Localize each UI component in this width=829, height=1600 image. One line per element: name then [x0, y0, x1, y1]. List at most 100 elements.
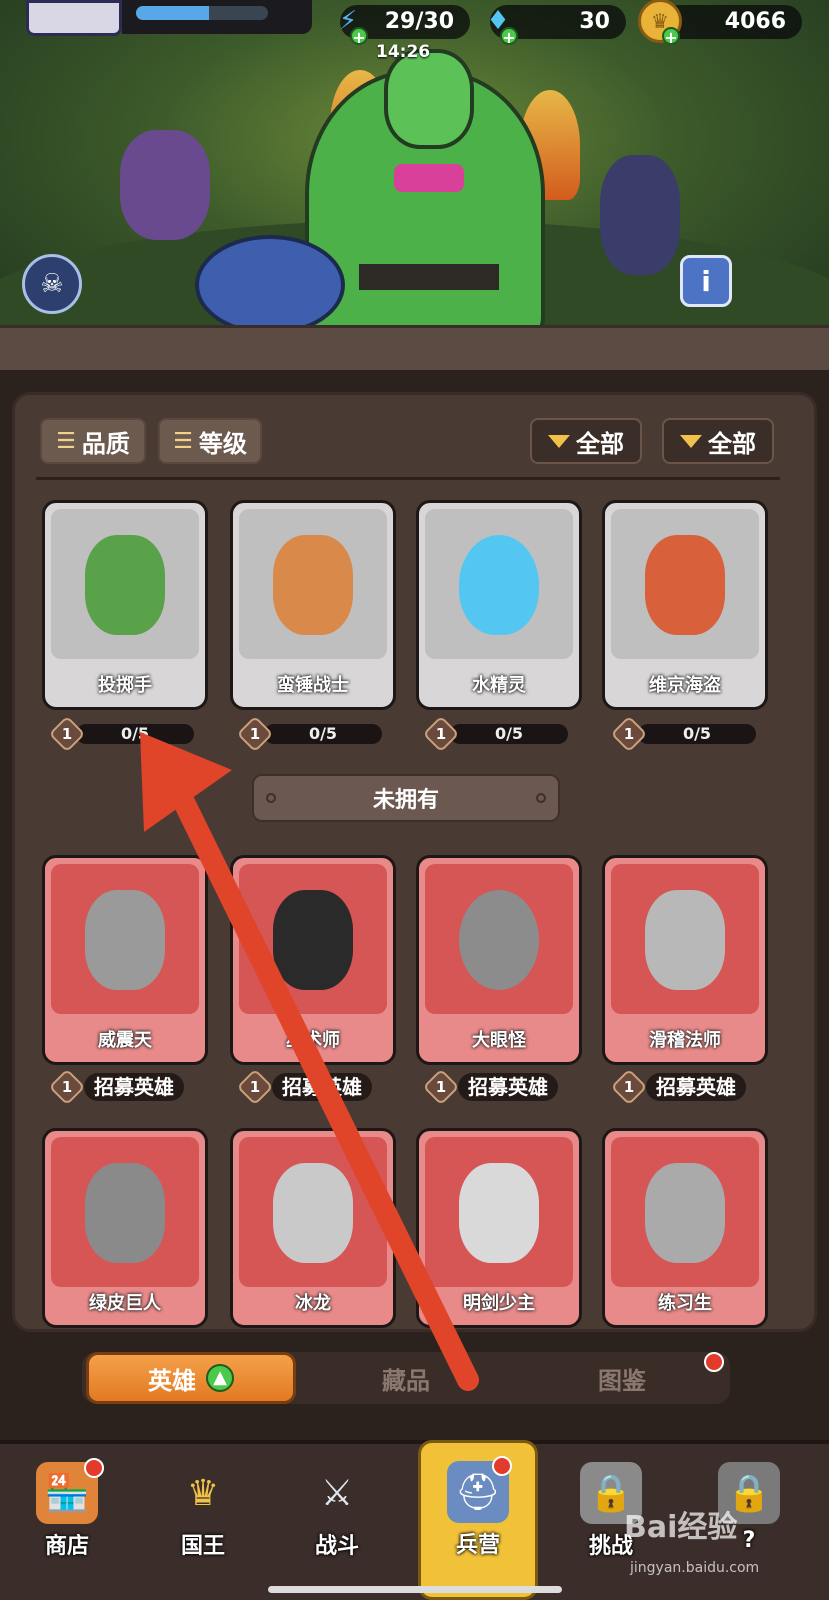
hero-card-ice-dragon[interactable]: 冰龙: [230, 1128, 396, 1328]
xp-bar-container: [122, 0, 312, 34]
hero-card-viking[interactable]: 维京海盗: [602, 500, 768, 710]
energy-counter[interactable]: ⚡ + 29/30: [339, 5, 470, 47]
card-face: [51, 864, 199, 1014]
player-avatar[interactable]: [26, 0, 122, 36]
viking-portrait: [645, 535, 725, 635]
energy-timer: 14:26: [376, 42, 431, 62]
home-indicator[interactable]: [268, 1586, 562, 1593]
hero-card-green-giant[interactable]: 绿皮巨人: [42, 1128, 208, 1328]
hero-name: 维京海盗: [649, 675, 721, 696]
nav-king-label: 国王: [180, 1534, 225, 1559]
filter-dropdown-1[interactable]: 全部: [530, 418, 642, 464]
sorcerer-portrait: [273, 890, 353, 990]
xp-bar-fill: [136, 6, 209, 20]
unowned-label: 未拥有: [372, 788, 439, 813]
hero-card-hammer-warrior[interactable]: 蛮锤战士: [230, 500, 396, 710]
upgrade-arrow-icon: ▲: [206, 1364, 234, 1392]
recruit-hero-row[interactable]: 1 招募英雄: [610, 1068, 746, 1106]
sort-level-label: 等级: [198, 429, 247, 458]
stone-ledge: [0, 325, 829, 370]
recruit-hero-label[interactable]: 招募英雄: [646, 1073, 746, 1101]
hero-card-big-eye[interactable]: 大眼怪: [416, 855, 582, 1065]
hero-card-funny-mage[interactable]: 滑稽法师: [602, 855, 768, 1065]
rivet-decor: [266, 793, 276, 803]
filter-dropdown-2[interactable]: 全部: [662, 418, 774, 464]
hero-card-sorcerer[interactable]: 巫术师: [230, 855, 396, 1065]
card-face: [425, 1137, 573, 1287]
tab-codex-label: 图鉴: [598, 1366, 646, 1395]
notification-dot: [84, 1458, 104, 1478]
hero-name: 水精灵: [472, 675, 526, 696]
hero-name: 绿皮巨人: [89, 1293, 161, 1314]
hero-name: 冰龙: [295, 1293, 331, 1314]
hero-card-thrower[interactable]: 投掷手: [42, 500, 208, 710]
nav-battle[interactable]: ⚔ 战斗: [282, 1452, 392, 1592]
notification-dot: [492, 1456, 512, 1476]
ninja-character: [600, 155, 680, 275]
archer-character: [120, 130, 210, 240]
sort-icon: ☰: [173, 428, 193, 454]
nav-barracks[interactable]: ⛑ 兵营: [418, 1440, 538, 1600]
hero-name: 练习生: [658, 1293, 712, 1314]
nav-king[interactable]: ♛ 国王: [148, 1452, 258, 1592]
recruit-hero-row[interactable]: 1 招募英雄: [422, 1068, 558, 1106]
filter-1-label: 全部: [576, 429, 624, 458]
sort-by-level-button[interactable]: ☰ 等级: [158, 418, 262, 464]
sort-by-quality-button[interactable]: ☰ 品质: [40, 418, 146, 464]
hero-card-water-sprite[interactable]: 水精灵: [416, 500, 582, 710]
nav-shop-label: 商店: [44, 1534, 89, 1559]
sword-master-portrait: [459, 1163, 539, 1263]
water-sprite-portrait: [459, 535, 539, 635]
hero-level-progress: 1 0/5: [236, 715, 382, 753]
rivet-decor: [536, 793, 546, 803]
card-face: [425, 509, 573, 659]
hero-name: 威震天: [98, 1030, 152, 1051]
card-face: [611, 1137, 759, 1287]
tab-collection[interactable]: 藏品: [298, 1352, 514, 1404]
boss-badge-icon[interactable]: ☠: [22, 254, 82, 314]
shard-progress: 0/5: [264, 724, 382, 744]
tab-heroes[interactable]: 英雄 ▲: [86, 1352, 296, 1404]
card-face: [611, 864, 759, 1014]
info-button[interactable]: i: [680, 255, 732, 307]
orc-head: [384, 49, 474, 149]
shard-progress: 0/5: [76, 724, 194, 744]
recruit-hero-label[interactable]: 招募英雄: [458, 1073, 558, 1101]
hero-level: 1: [249, 1078, 261, 1096]
nav-shop[interactable]: 🏪 商店: [12, 1452, 122, 1592]
card-face: [239, 509, 387, 659]
card-face: [611, 509, 759, 659]
green-giant-portrait: [85, 1163, 165, 1263]
add-gems-icon[interactable]: +: [500, 27, 518, 47]
add-energy-icon[interactable]: +: [350, 27, 368, 47]
recruit-hero-row[interactable]: 1 招募英雄: [48, 1068, 184, 1106]
add-coins-icon[interactable]: +: [662, 27, 680, 47]
funny-mage-portrait: [645, 890, 725, 990]
hammer-warrior-portrait: [273, 535, 353, 635]
hero-level: 1: [435, 725, 447, 743]
hero-level: 1: [61, 725, 73, 743]
megatron-portrait: [85, 890, 165, 990]
coin-counter[interactable]: ♛ + 4066: [638, 0, 802, 47]
notification-dot: [704, 1352, 724, 1372]
crossed-swords-icon: ⚔: [320, 1472, 354, 1514]
recruit-hero-label[interactable]: 招募英雄: [84, 1073, 184, 1101]
hero-level: 1: [249, 725, 261, 743]
card-face: [51, 509, 199, 659]
trainee-portrait: [645, 1163, 725, 1263]
gem-value: 30: [579, 9, 610, 34]
tab-codex[interactable]: 图鉴: [514, 1352, 730, 1404]
nav-battle-label: 战斗: [314, 1534, 359, 1559]
orc-belt: [359, 264, 499, 290]
crown-icon: ♛: [186, 1472, 220, 1514]
recruit-hero-row[interactable]: 1 招募英雄: [236, 1068, 372, 1106]
hero-card-sword-master[interactable]: 明剑少主: [416, 1128, 582, 1328]
card-face: [239, 1137, 387, 1287]
tab-collection-label: 藏品: [382, 1366, 430, 1395]
hero-card-megatron[interactable]: 威震天: [42, 855, 208, 1065]
hero-card-trainee[interactable]: 练习生: [602, 1128, 768, 1328]
hero-level: 1: [623, 1078, 635, 1096]
gem-counter[interactable]: ♦ + 30: [486, 5, 626, 47]
hero-level-progress: 1 0/5: [422, 715, 568, 753]
recruit-hero-label[interactable]: 招募英雄: [272, 1073, 372, 1101]
